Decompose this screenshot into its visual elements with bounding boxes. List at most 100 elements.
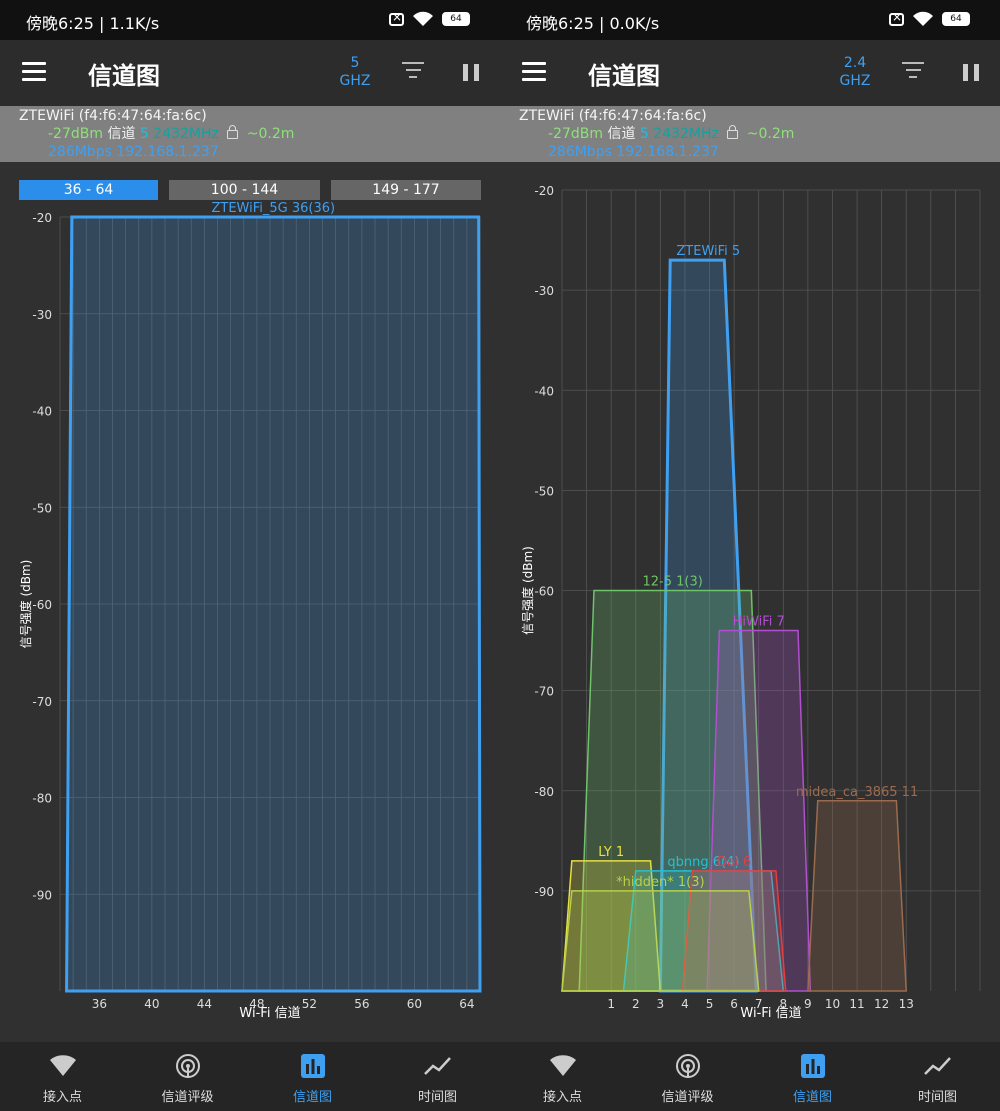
page-title: 信道图 [588,62,660,90]
x-tick-label: 1 [607,997,615,1011]
status-bar: 傍晚6:25 | 0.0K/s 64 [500,0,1000,40]
series-label: Dai 6 [717,855,751,870]
pause-icon[interactable] [463,64,479,81]
band-unit: GHZ [839,73,871,89]
nav-label: 信道图 [792,1090,832,1105]
series-ztewifi-5g-36-36 [65,215,482,993]
ssid-mac: ZTEWiFi (f4:f6:47:64:fa:6c) [519,108,707,124]
signal-strength: -27dBm [548,126,603,142]
nav-label: 接入点 [42,1090,82,1105]
series-label: 12-5 1(3) [642,575,702,590]
filter-icon[interactable] [902,62,924,82]
series-label: ZTEWiFi_5G 36(36) [211,201,335,216]
line-chart-icon [924,1057,951,1075]
signal-strength: -27dBm [48,126,103,142]
y-tick-label: -20 [534,184,554,198]
x-tick-label: 56 [354,997,369,1011]
x-tick-label: 36 [92,997,107,1011]
bar-chart-icon [301,1054,325,1078]
y-tick-label: -20 [32,211,52,225]
nav-item-signal-rating[interactable]: 信道评级 [625,1042,750,1111]
signal-rating-icon [676,1054,700,1078]
y-tick-label: -90 [534,885,554,899]
right-screen: 傍晚6:25 | 0.0K/s 64 信道图 2.4 GHZ ZTEWiFi (… [500,0,1000,1111]
menu-icon[interactable] [522,62,546,82]
x-tick-label: 11 [849,997,864,1011]
channel-label: 信道 [607,126,636,142]
x-tick-label: 44 [197,997,212,1011]
y-tick-label: -50 [534,484,554,498]
status-bar: 傍晚6:25 | 1.1K/s 64 [0,0,500,40]
x-tick-label: 3 [657,997,665,1011]
y-tick-label: -50 [32,501,52,515]
band-value: 2.4 [843,55,867,71]
status-time: 傍晚6:25 | 1.1K/s [26,14,160,33]
x-tick-label: 4 [681,997,689,1011]
rate-ip: 286Mbps 192.168.1.237 [48,144,219,160]
nav-item-signal-rating[interactable]: 信道评级 [125,1042,250,1111]
channel-label: 信道 [107,126,136,142]
battery-icon: 64 [442,12,470,26]
series-label: *hidden* 1(3) [616,875,704,890]
band-unit: GHZ [339,73,371,89]
ssid-mac: ZTEWiFi (f4:f6:47:64:fa:6c) [19,108,207,124]
left-screen: 傍晚6:25 | 1.1K/s 64 信道图 5 GHZ ZTEWiFi (f4… [0,0,500,1111]
x-tick-label: 13 [899,997,914,1011]
frequency: 2432MHz [653,126,719,142]
frequency: 2432MHz [153,126,219,142]
menu-icon[interactable] [22,62,46,82]
filter-icon[interactable] [402,62,424,82]
nav-item-bar-chart[interactable]: 信道图 [750,1042,875,1111]
x-tick-label: 10 [825,997,840,1011]
x-tick-label: 9 [804,997,812,1011]
x-axis-label: Wi-Fi 信道 [239,1006,300,1021]
lock-icon [227,125,239,139]
distance: ~0.2m [246,126,295,142]
connection-info[interactable]: ZTEWiFi (f4:f6:47:64:fa:6c) -27dBm 信道 5 … [500,106,1000,162]
x-tick-label: 60 [407,997,422,1011]
nav-item-wifi[interactable]: 接入点 [0,1042,125,1111]
status-icons: 64 [389,10,470,27]
y-axis-label: 信号强度 (dBm) [18,560,33,649]
nav-item-line-chart[interactable]: 时间图 [875,1042,1000,1111]
series-label: LY 1 [598,845,624,860]
pause-icon[interactable] [963,64,979,81]
series-label: ZTEWiFi 5 [676,244,740,259]
x-tick-label: 12 [874,997,889,1011]
x-tick-label: 52 [302,997,317,1011]
battery-icon: 64 [942,12,970,26]
nav-label: 信道图 [292,1090,332,1105]
nav-item-line-chart[interactable]: 时间图 [375,1042,500,1111]
band-toggle-button[interactable]: 5 GHZ [325,54,385,90]
series-midea-ca-3865-11 [807,800,908,992]
x-tick-label: 40 [144,997,159,1011]
sim-off-icon [389,10,404,26]
connection-info[interactable]: ZTEWiFi (f4:f6:47:64:fa:6c) -27dBm 信道 5 … [0,106,500,162]
nav-label: 信道评级 [161,1090,214,1105]
y-tick-label: -80 [32,792,52,806]
nav-item-bar-chart[interactable]: 信道图 [250,1042,375,1111]
y-tick-label: -60 [534,585,554,599]
nav-label: 时间图 [417,1090,457,1105]
y-tick-label: -30 [534,284,554,298]
wifi-icon [50,1055,76,1076]
channel-chart-5ghz: -20-30-40-50-60-70-80-9036 40 44 48 52 56 60 64… [18,201,482,1021]
signal-rating-icon [176,1054,200,1078]
rate-ip: 286Mbps 192.168.1.237 [548,144,719,160]
y-tick-label: -90 [32,888,52,902]
distance: ~0.2m [746,126,795,142]
series-label: HiWiFi 7 [733,615,785,630]
status-time: 傍晚6:25 | 0.0K/s [526,14,660,33]
x-axis-label: Wi-Fi 信道 [740,1006,801,1021]
y-tick-label: -40 [32,405,52,419]
band-toggle-button[interactable]: 2.4 GHZ [825,54,885,90]
signal-details: -27dBm 信道 5 2432MHz ~0.2m [548,125,794,143]
x-tick-label: 2 [632,997,640,1011]
bottom-navigation: 接入点 信道评级 信道图 时间图 [500,1042,1000,1111]
nav-item-wifi[interactable]: 接入点 [500,1042,625,1111]
channel-number: 5 [139,126,149,142]
nav-label: 时间图 [917,1090,957,1105]
status-icons: 64 [889,10,970,27]
x-tick-label: 6 [730,997,738,1011]
channel-number: 5 [639,126,649,142]
